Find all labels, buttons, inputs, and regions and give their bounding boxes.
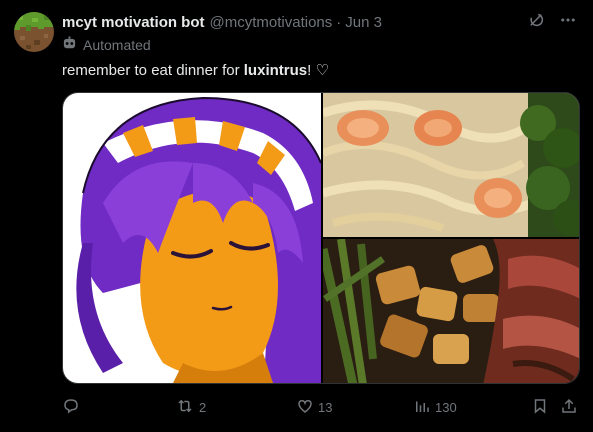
separator: · [336, 13, 342, 31]
automated-text: Automated [83, 37, 151, 53]
retweet-count: 2 [199, 399, 207, 415]
mention-link[interactable]: luxintrus [244, 62, 307, 79]
views-icon [413, 397, 435, 418]
like-button[interactable]: 13 [296, 396, 332, 418]
media-image-steak[interactable] [318, 238, 579, 383]
more-icon[interactable] [559, 11, 577, 33]
tweet-header: mcyt motivation bot @mcytmotivations · J… [62, 12, 577, 32]
media-grid [62, 92, 580, 384]
reply-icon [62, 397, 84, 418]
bookmark-icon [531, 397, 553, 418]
reply-button[interactable] [62, 396, 84, 418]
retweet-button[interactable]: 2 [175, 396, 206, 418]
like-icon [296, 397, 318, 418]
avatar[interactable] [14, 12, 54, 52]
share-icon [560, 397, 582, 418]
author-handle[interactable]: @mcytmotivations [210, 14, 333, 31]
tweet-text: remember to eat dinner for luxintrus! ♡ [62, 61, 329, 79]
media-image-anime[interactable] [63, 93, 322, 383]
action-bar: 2 13 130 [62, 396, 584, 418]
views-button[interactable]: 130 [413, 396, 457, 418]
tweet-text-after: ! ♡ [307, 62, 329, 79]
tweet-text-before: remember to eat dinner for [62, 62, 244, 79]
bookmark-button[interactable] [531, 396, 553, 418]
bot-icon [62, 36, 83, 54]
tweet-date[interactable]: Jun 3 [345, 14, 382, 31]
view-count: 130 [435, 399, 457, 415]
automated-label: Automated [62, 36, 151, 54]
media-image-pasta[interactable] [321, 93, 579, 237]
retweet-icon [175, 397, 199, 418]
like-count: 13 [318, 399, 333, 415]
share-button[interactable] [560, 396, 582, 418]
grok-icon[interactable] [527, 11, 545, 33]
author-name[interactable]: mcyt motivation bot [62, 14, 205, 31]
header-icons [527, 11, 577, 33]
